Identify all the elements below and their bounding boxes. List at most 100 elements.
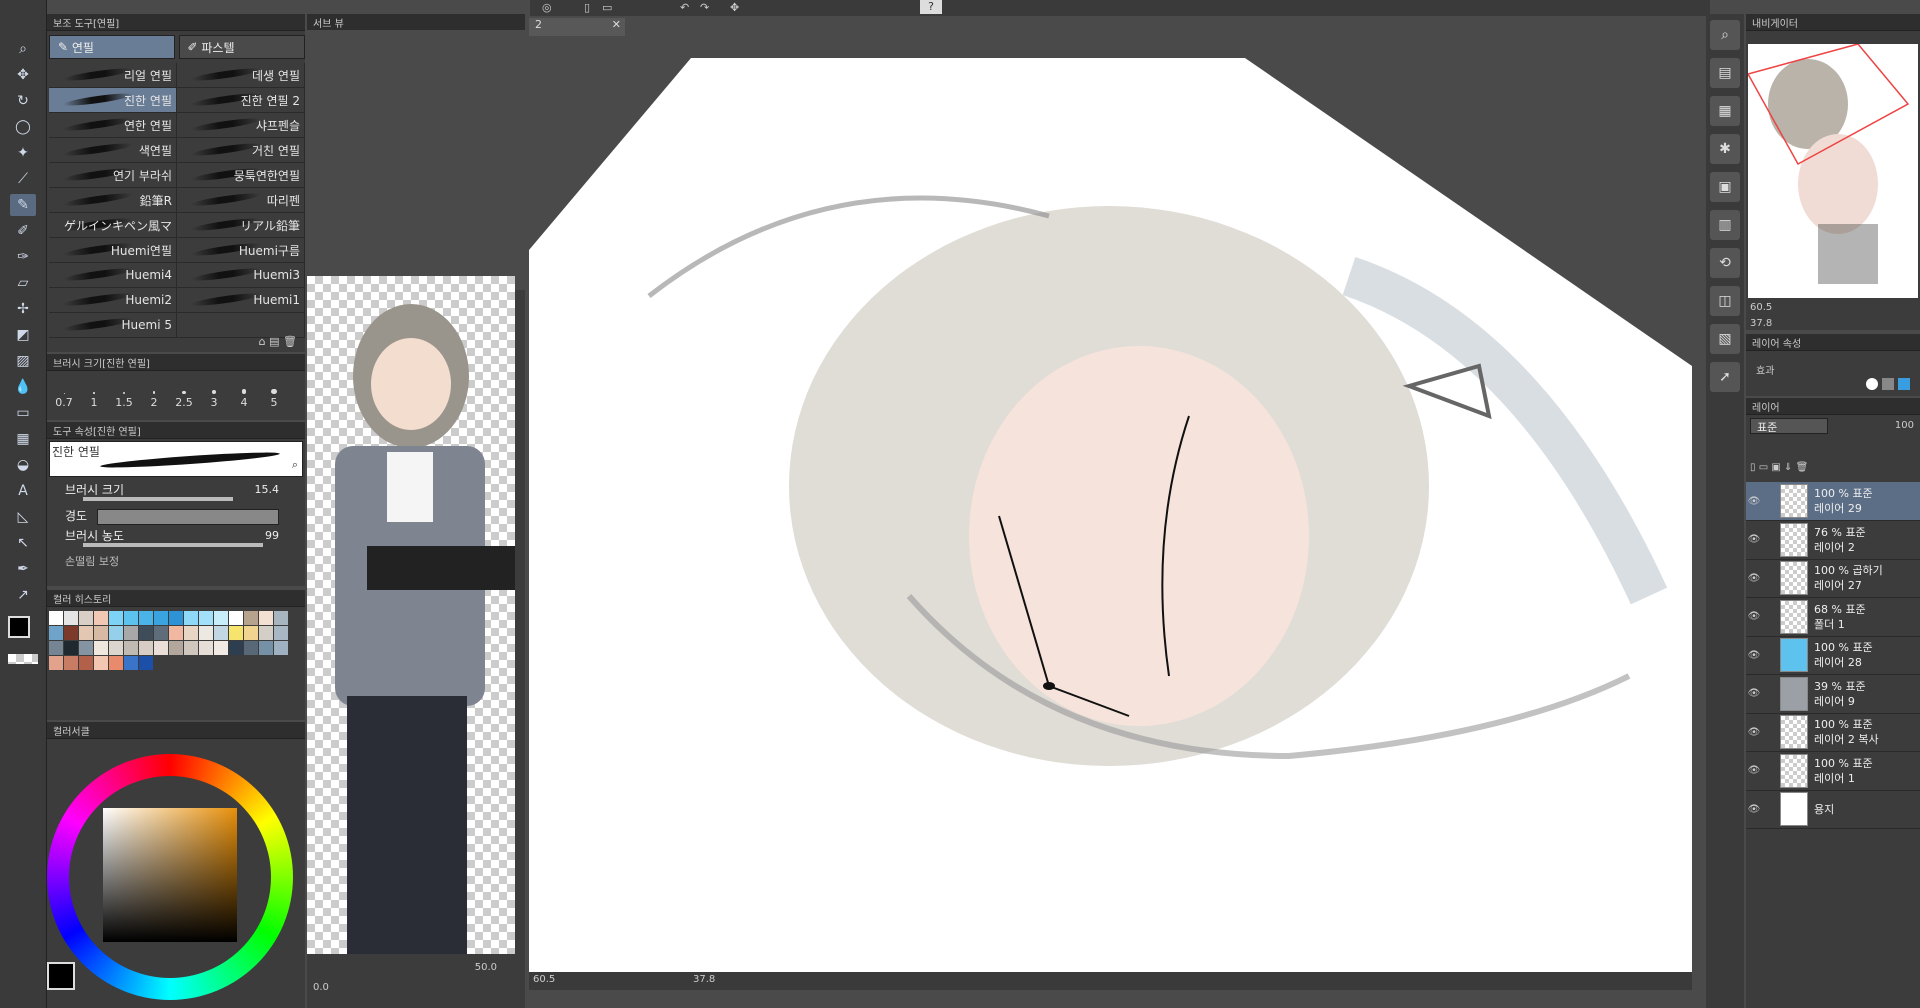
text-tool-icon[interactable]: A — [10, 480, 36, 502]
status-zoom[interactable]: 60.5 — [533, 974, 555, 985]
balloon-tool-icon[interactable]: ◒ — [10, 454, 36, 476]
color-history-swatch[interactable] — [49, 641, 63, 655]
color-history-swatch[interactable] — [64, 641, 78, 655]
merge-down-icon[interactable]: ⇓ — [1784, 462, 1792, 473]
color-history-swatch[interactable] — [49, 611, 63, 625]
color-history-swatch[interactable] — [259, 641, 273, 655]
color-history-swatch[interactable] — [94, 656, 108, 670]
fill-tool-icon[interactable]: ◩ — [10, 324, 36, 346]
color-history-swatch[interactable] — [184, 641, 198, 655]
brush-size-button[interactable]: 5 — [259, 379, 289, 409]
layer-row[interactable]: 👁 100 % 표준 레이어 1 — [1746, 752, 1920, 791]
brush-item[interactable]: リアル鉛筆 — [177, 213, 305, 237]
color-history-swatch[interactable] — [184, 611, 198, 625]
layer-color-icon[interactable] — [1898, 378, 1910, 390]
color-history-swatch[interactable] — [244, 626, 258, 640]
brush-tool-icon[interactable]: ✐ — [10, 220, 36, 242]
color-history-swatch[interactable] — [109, 626, 123, 640]
operation-tool-icon[interactable]: ↗ — [10, 584, 36, 606]
layer-row[interactable]: 👁 100 % 표준 레이어 2 복사 — [1746, 713, 1920, 752]
layer-row[interactable]: 👁 100 % 표준 레이어 28 — [1746, 636, 1920, 675]
brush-size-button[interactable]: 3 — [199, 379, 229, 409]
canvas-tab[interactable]: 2 ✕ — [529, 18, 625, 36]
delete-layer-icon[interactable]: 🗑 — [1796, 462, 1809, 473]
image-icon[interactable]: ▧ — [1710, 324, 1740, 354]
tone-effect-icon[interactable] — [1882, 378, 1894, 390]
color-history-swatch[interactable] — [64, 611, 78, 625]
brush-item[interactable]: Huemi구름 — [177, 238, 305, 262]
color-history-swatch[interactable] — [214, 641, 228, 655]
layer-row[interactable]: 👁 100 % 표준 레이어 29 — [1746, 482, 1920, 521]
pencil-tool-icon[interactable]: ✎ — [10, 194, 36, 216]
brush-item[interactable]: 따리펜 — [177, 188, 305, 212]
new-file-icon[interactable]: ▯ — [584, 1, 590, 14]
hardness-slider[interactable] — [97, 509, 279, 525]
cursor-icon[interactable]: ➚ — [1710, 362, 1740, 392]
visibility-eye-icon[interactable]: 👁 — [1746, 611, 1762, 622]
density-slider[interactable] — [83, 543, 263, 547]
color-history-swatch[interactable] — [199, 641, 213, 655]
help-icon[interactable]: ? — [920, 0, 942, 14]
color-history-swatch[interactable] — [94, 611, 108, 625]
drop-tool-icon[interactable]: 💧 — [10, 376, 36, 398]
color-history-swatch[interactable] — [94, 626, 108, 640]
brush-item[interactable]: Huemi1 — [177, 288, 305, 312]
lasso-tool-icon[interactable]: ◯ — [10, 116, 36, 138]
color-history-swatch[interactable] — [109, 656, 123, 670]
brush-item[interactable]: Huemi3 — [177, 263, 305, 287]
navigator-preview[interactable] — [1746, 43, 1918, 298]
color-history-swatch[interactable] — [49, 656, 63, 670]
move-tool-icon[interactable]: ✥ — [10, 64, 36, 86]
color-history-swatch[interactable] — [79, 626, 93, 640]
layer-row[interactable]: 👁 100 % 곱하기 레이어 27 — [1746, 559, 1920, 598]
layer-row[interactable]: 👁 39 % 표준 레이어 9 — [1746, 675, 1920, 714]
brush-size-button[interactable]: 4 — [229, 379, 259, 409]
new-raster-layer-icon[interactable]: ▯ — [1750, 462, 1756, 473]
color-history-swatch[interactable] — [229, 626, 243, 640]
color-history-swatch[interactable] — [139, 641, 153, 655]
color-history-swatch[interactable] — [79, 641, 93, 655]
color-history-swatch[interactable] — [79, 656, 93, 670]
brush-size-button[interactable]: 2 — [139, 379, 169, 409]
color-history-swatch[interactable] — [274, 641, 288, 655]
brush-item[interactable]: 진한 연필 — [49, 88, 177, 112]
layer-search-icon[interactable]: ✱ — [1710, 134, 1740, 164]
add-subtool-icon[interactable]: ⌂ — [259, 335, 266, 348]
color-history-swatch[interactable] — [199, 611, 213, 625]
animation-icon[interactable]: ▥ — [1710, 210, 1740, 240]
border-effect-icon[interactable] — [1866, 378, 1878, 390]
frame-tool-icon[interactable]: ▦ — [10, 428, 36, 450]
brush-item[interactable]: 연기 부라쉬 — [49, 163, 177, 187]
tab-pastel[interactable]: ✐ 파스텔 — [178, 35, 305, 59]
blend-mode-select[interactable]: 표준 — [1750, 418, 1828, 434]
reference-image[interactable] — [307, 276, 517, 954]
layer-row[interactable]: 👁 68 % 표준 폴더 1 — [1746, 598, 1920, 637]
open-file-icon[interactable]: ▭ — [602, 1, 612, 14]
sub-view-zoom[interactable]: 50.0 — [475, 962, 497, 973]
visibility-eye-icon[interactable]: 👁 — [1746, 804, 1762, 815]
brush-size-button[interactable]: 0.7 — [49, 379, 79, 409]
color-history-swatch[interactable] — [139, 626, 153, 640]
redo-icon[interactable]: ↷ — [700, 1, 709, 14]
zoom-tool-icon[interactable]: ⌕ — [10, 38, 36, 60]
eyedropper-icon[interactable]: ⟋ — [10, 168, 36, 190]
color-history-swatch[interactable] — [274, 626, 288, 640]
color-history-swatch[interactable] — [139, 611, 153, 625]
brush-item[interactable]: Huemi연필 — [49, 238, 177, 262]
transparent-color-swatch[interactable] — [8, 654, 38, 664]
color-history-swatch[interactable] — [259, 626, 273, 640]
navigator-angle[interactable]: 37.8 — [1750, 318, 1772, 329]
status-angle[interactable]: 37.8 — [693, 974, 715, 985]
material-icon[interactable]: ▦ — [1710, 96, 1740, 126]
brush-item[interactable]: 리얼 연필 — [49, 63, 177, 87]
color-history-swatch[interactable] — [154, 611, 168, 625]
figure-tool-icon[interactable]: ▭ — [10, 402, 36, 424]
color-history-swatch[interactable] — [214, 626, 228, 640]
search-icon[interactable]: ⌕ — [1710, 20, 1740, 50]
color-history-swatch[interactable] — [169, 626, 183, 640]
brush-size-button[interactable]: 1.5 — [109, 379, 139, 409]
size-value[interactable]: 15.4 — [255, 483, 280, 496]
brush-item[interactable]: 데생 연필 — [177, 63, 305, 87]
gradient-tool-icon[interactable]: ▨ — [10, 350, 36, 372]
sub-view-angle[interactable]: 0.0 — [313, 982, 329, 993]
